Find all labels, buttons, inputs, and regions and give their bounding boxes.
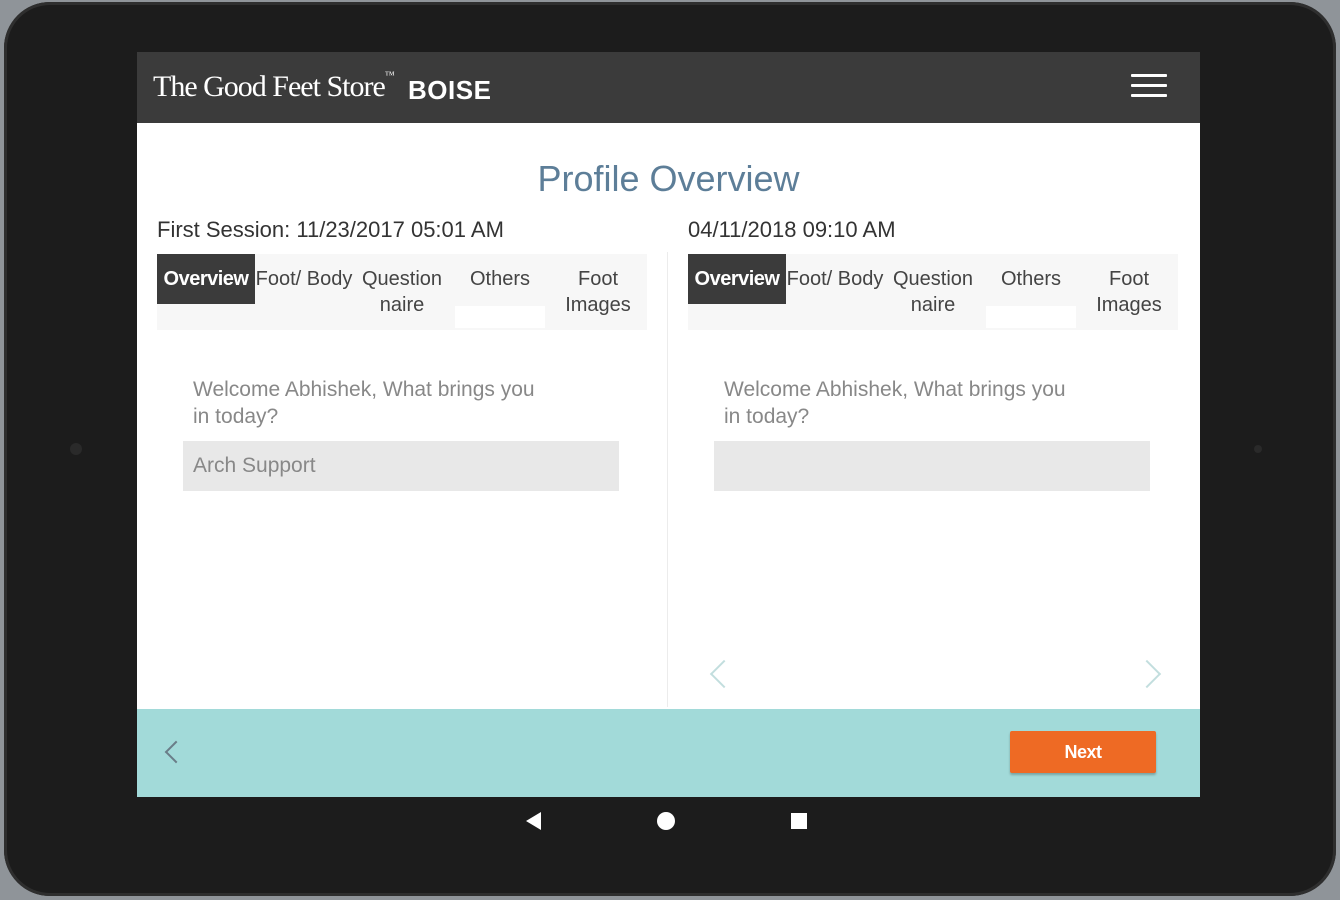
question-text: Welcome Abhishek, What brings you in tod… <box>193 378 535 428</box>
back-chevron-icon[interactable] <box>164 740 188 764</box>
nav-back-icon[interactable] <box>526 812 541 830</box>
menu-line <box>1131 94 1167 97</box>
page-title: Profile Overview <box>537 158 800 199</box>
session-panel-first: First Session: 11/23/2017 05:01 AM Overv… <box>157 212 647 702</box>
menu-line <box>1131 84 1167 87</box>
answer-field: Arch Support <box>183 441 619 491</box>
answer-field <box>714 441 1150 491</box>
android-nav-bar <box>0 800 1340 844</box>
tab-overview[interactable]: Overview <box>688 254 786 304</box>
question-text: Welcome Abhishek, What brings you in tod… <box>724 378 1066 428</box>
session-panel-second: 04/11/2018 09:10 AM Overview Foot/ Body … <box>688 212 1178 702</box>
tab-others-label: Others <box>469 268 531 290</box>
hamburger-menu-icon[interactable] <box>1131 74 1167 102</box>
tab-others[interactable]: Others <box>451 254 549 330</box>
store-name: BOISE <box>408 75 492 105</box>
sensor-icon <box>1254 445 1262 453</box>
tab-others[interactable]: Others <box>982 254 1080 330</box>
session-date: First Session: 11/23/2017 05:01 AM <box>157 217 504 242</box>
session-tabs: Overview Foot/ Body Question naire Other… <box>688 254 1178 330</box>
tab-placeholder <box>455 306 545 328</box>
footer-bar: Next <box>137 709 1200 797</box>
tab-foot-images[interactable]: Foot Images <box>549 254 647 330</box>
tab-others-label: Others <box>1000 268 1062 290</box>
tab-foot-images[interactable]: Foot Images <box>1080 254 1178 330</box>
tab-questionnaire[interactable]: Question naire <box>353 254 451 330</box>
brand-logo: The Good Feet Store™ <box>153 70 395 104</box>
tab-questionnaire[interactable]: Question naire <box>884 254 982 330</box>
app-screen: The Good Feet Store™ BOISE Profile Overv… <box>137 52 1200 797</box>
next-button[interactable]: Next <box>1010 731 1156 773</box>
panel-divider <box>667 252 668 707</box>
brand-trademark: ™ <box>384 70 395 81</box>
tab-foot-body[interactable]: Foot/ Body <box>786 254 884 330</box>
session-tabs: Overview Foot/ Body Question naire Other… <box>157 254 647 330</box>
tab-foot-body[interactable]: Foot/ Body <box>255 254 353 330</box>
menu-line <box>1131 74 1167 77</box>
camera-icon <box>70 443 82 455</box>
brand-name: The Good Feet Store <box>153 70 386 103</box>
nav-recents-icon[interactable] <box>791 813 807 829</box>
tab-placeholder <box>986 306 1076 328</box>
tab-overview[interactable]: Overview <box>157 254 255 304</box>
nav-home-icon[interactable] <box>657 812 675 830</box>
app-header: The Good Feet Store™ BOISE <box>137 52 1200 123</box>
session-date: 04/11/2018 09:10 AM <box>688 217 896 242</box>
